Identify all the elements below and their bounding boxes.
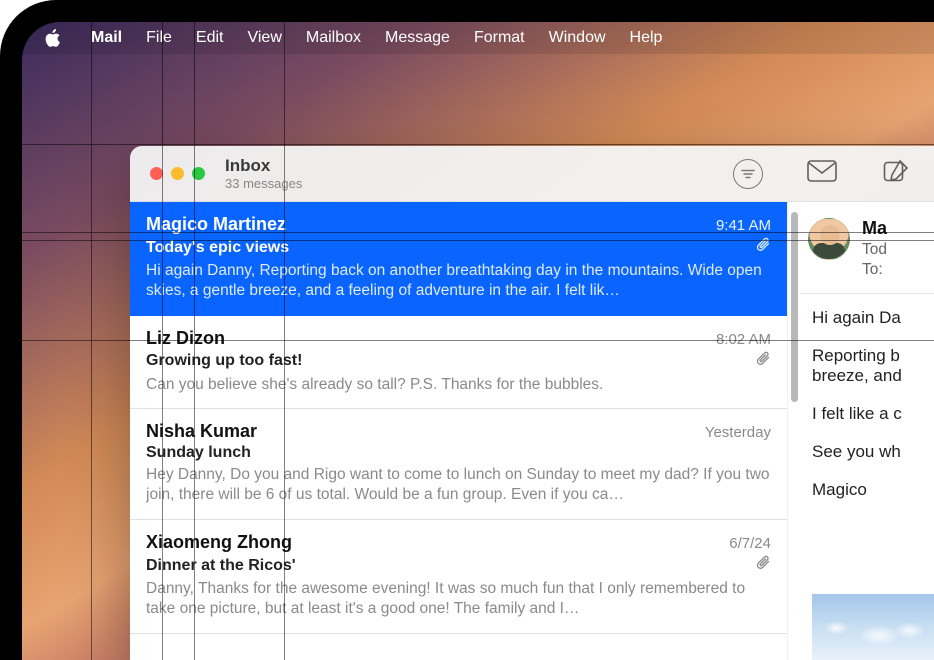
- paperclip-icon: [755, 555, 771, 576]
- menubar-format[interactable]: Format: [462, 22, 537, 54]
- message-date: Yesterday: [705, 424, 771, 441]
- message-sender: Liz Dizon: [146, 328, 225, 349]
- envelope-icon: [807, 160, 837, 187]
- message-list-scrollbar[interactable]: [788, 202, 800, 660]
- message-date: 6/7/24: [729, 535, 771, 552]
- window-close-button[interactable]: [150, 167, 163, 180]
- window-titlebar: Inbox 33 messages: [130, 146, 934, 202]
- reading-body-line: Hi again Da: [812, 308, 934, 328]
- message-preview: Hi again Danny, Reporting back on anothe…: [146, 261, 771, 301]
- message-preview: Hey Danny, Do you and Rigo want to come …: [146, 465, 771, 505]
- message-row[interactable]: Magico Martinez 9:41 AM Today's epic views…: [130, 202, 787, 316]
- window-zoom-button[interactable]: [192, 167, 205, 180]
- compose-button[interactable]: [876, 156, 916, 192]
- sender-avatar[interactable]: [808, 218, 850, 260]
- message-row[interactable]: Nisha Kumar Yesterday Sunday lunch Hey Dann…: [130, 409, 787, 520]
- message-row[interactable]: Xiaomeng Zhong 6/7/24 Dinner at the Ricos'…: [130, 520, 787, 634]
- window-minimize-button[interactable]: [171, 167, 184, 180]
- reading-from: Ma: [862, 218, 887, 239]
- message-date: 8:02 AM: [716, 331, 771, 348]
- menubar-view[interactable]: View: [235, 22, 293, 54]
- reading-to-label: To:: [862, 261, 887, 279]
- message-subject: Sunday lunch: [146, 444, 251, 462]
- filter-lines-icon: [733, 159, 763, 189]
- compose-icon: [883, 159, 909, 188]
- reading-subject: Tod: [862, 241, 887, 259]
- reading-body-line: See you wh: [812, 442, 934, 462]
- message-row[interactable]: Liz Dizon 8:02 AM Growing up too fast! Can …: [130, 316, 787, 410]
- system-menubar: Mail File Edit View Mailbox Message Form…: [22, 22, 934, 54]
- get-mail-button[interactable]: [802, 156, 842, 192]
- message-preview: Can you believe she's already so tall? P…: [146, 375, 771, 395]
- message-sender: Magico Martinez: [146, 214, 286, 235]
- message-list-pane: Magico Martinez 9:41 AM Today's epic views…: [130, 202, 800, 660]
- mailbox-header: Inbox 33 messages: [225, 156, 302, 192]
- menubar-edit[interactable]: Edit: [184, 22, 236, 54]
- mailbox-message-count: 33 messages: [225, 176, 302, 192]
- reading-body-line: I felt like a c: [812, 404, 934, 424]
- scrollbar-thumb[interactable]: [791, 212, 798, 402]
- message-sender: Xiaomeng Zhong: [146, 532, 292, 553]
- menubar-app-name[interactable]: Mail: [79, 22, 134, 54]
- reading-signature: Magico: [812, 480, 934, 500]
- mail-window: Inbox 33 messages: [130, 146, 934, 660]
- message-subject: Dinner at the Ricos': [146, 557, 296, 575]
- menubar-message[interactable]: Message: [373, 22, 462, 54]
- menubar-help[interactable]: Help: [618, 22, 675, 54]
- reading-header: Ma Tod To:: [800, 210, 934, 294]
- paperclip-icon: [755, 237, 771, 258]
- menubar-file[interactable]: File: [134, 22, 184, 54]
- message-sender: Nisha Kumar: [146, 421, 257, 442]
- mailbox-title: Inbox: [225, 156, 302, 176]
- attached-image-preview[interactable]: [812, 594, 934, 660]
- window-controls: [150, 167, 205, 180]
- menubar-mailbox[interactable]: Mailbox: [294, 22, 373, 54]
- message-preview: Danny, Thanks for the awesome evening! I…: [146, 579, 771, 619]
- reading-pane: Ma Tod To: Hi again Da Reporting b breeze…: [800, 202, 934, 660]
- filter-button[interactable]: [728, 156, 768, 192]
- menubar-window[interactable]: Window: [537, 22, 618, 54]
- reading-body-line: Reporting b breeze, and: [812, 346, 934, 386]
- paperclip-icon: [755, 351, 771, 372]
- apple-menu[interactable]: [44, 28, 61, 48]
- message-date: 9:41 AM: [716, 217, 771, 234]
- message-subject: Today's epic views: [146, 239, 289, 257]
- message-subject: Growing up too fast!: [146, 352, 302, 370]
